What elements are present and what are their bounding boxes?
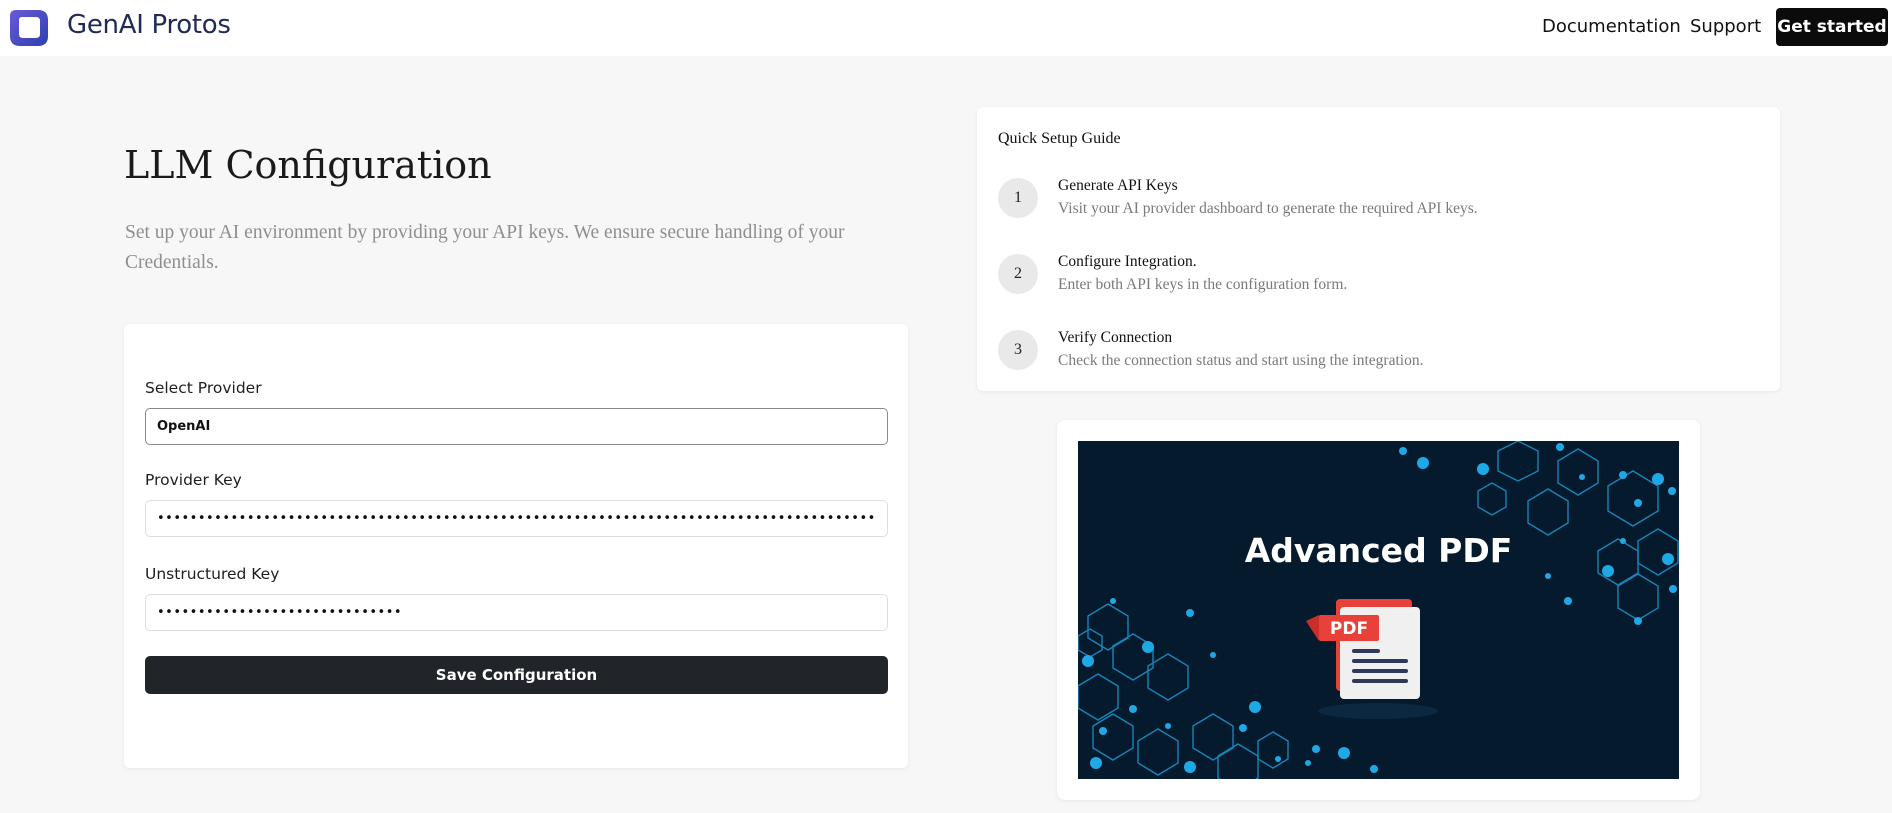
configuration-form-card: Select Provider OpenAI Provider Key Unst…	[124, 324, 908, 768]
guide-step: 2 Configure Integration. Enter both API …	[998, 253, 1758, 298]
page-title: LLM Configuration	[124, 143, 492, 187]
step-number-badge: 3	[998, 330, 1038, 370]
provider-key-label: Provider Key	[145, 471, 242, 489]
guide-title: Quick Setup Guide	[998, 130, 1121, 147]
provider-key-input[interactable]	[145, 500, 888, 537]
step-title: Verify Connection	[1058, 329, 1173, 346]
brand-name[interactable]: GenAI Protos	[67, 10, 231, 40]
step-description: Visit your AI provider dashboard to gene…	[1058, 200, 1478, 217]
step-title: Generate API Keys	[1058, 177, 1178, 194]
get-started-button[interactable]: Get started	[1776, 8, 1888, 46]
pdf-badge-label: PDF	[1330, 619, 1368, 639]
step-description: Check the connection status and start us…	[1058, 352, 1424, 369]
step-title: Configure Integration.	[1058, 253, 1197, 270]
page-description: Set up your AI environment by providing …	[125, 222, 845, 273]
step-description: Enter both API keys in the configuration…	[1058, 276, 1348, 293]
guide-step: 3 Verify Connection Check the connection…	[998, 329, 1758, 374]
top-navbar: GenAI Protos Documentation Support Get s…	[0, 0, 1892, 56]
banner-title: Advanced PDF	[1244, 531, 1513, 570]
nav-link-documentation[interactable]: Documentation	[1542, 16, 1681, 37]
save-configuration-button[interactable]: Save Configuration	[145, 656, 888, 694]
step-number-badge: 1	[998, 178, 1038, 218]
nav-link-support[interactable]: Support	[1690, 16, 1761, 37]
unstructured-key-label: Unstructured Key	[145, 565, 280, 583]
step-number-badge: 2	[998, 254, 1038, 294]
brand-logo-icon[interactable]	[8, 6, 50, 48]
banner-image-card: PDF Advanced PDF	[1057, 420, 1700, 800]
provider-select-label: Select Provider	[145, 379, 262, 397]
pdf-document-icon: PDF	[1306, 599, 1438, 719]
provider-select[interactable]: OpenAI	[145, 408, 888, 445]
advanced-pdf-banner: PDF Advanced PDF	[1078, 441, 1679, 779]
unstructured-key-input[interactable]	[145, 594, 888, 631]
hexagon-pattern-graphic: PDF	[1078, 441, 1679, 779]
guide-step: 1 Generate API Keys Visit your AI provid…	[998, 177, 1758, 222]
quick-setup-guide-card: Quick Setup Guide 1 Generate API Keys Vi…	[977, 107, 1780, 391]
